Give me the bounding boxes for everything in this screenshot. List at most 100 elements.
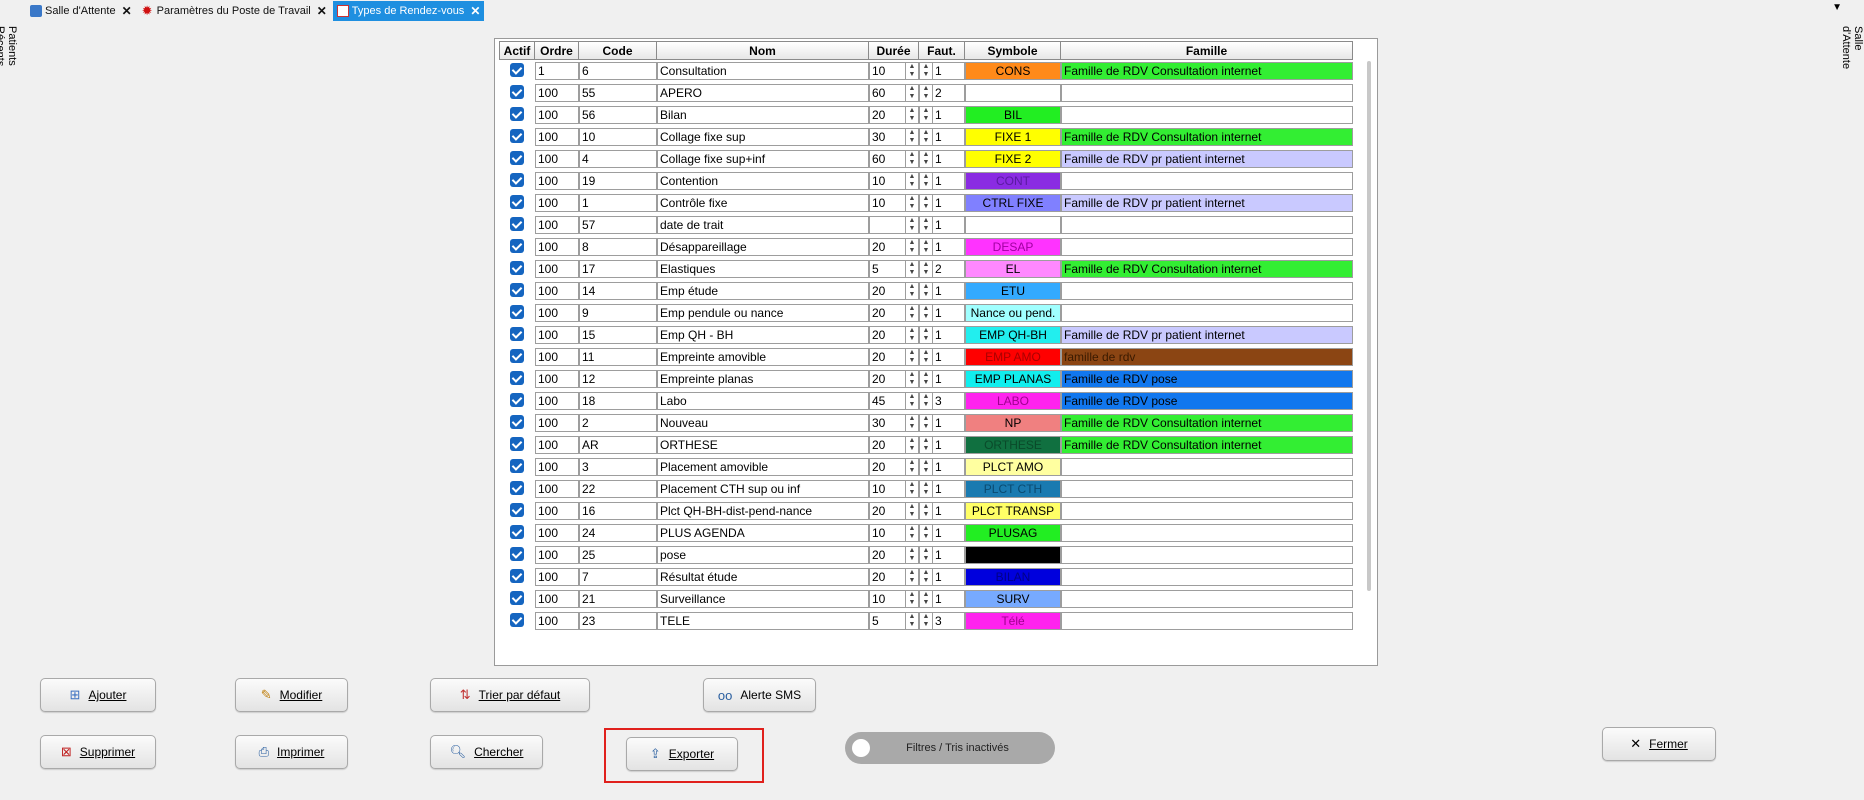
header-symbole[interactable]: Symbole	[965, 41, 1061, 60]
faut-spinner[interactable]: ▲ ▼ 1	[919, 458, 965, 476]
code-cell[interactable]: 56	[579, 106, 657, 124]
faut-spinner[interactable]: ▲ ▼ 1	[919, 304, 965, 322]
spinner-arrows-icon[interactable]: ▲ ▼	[905, 393, 918, 409]
table-row[interactable]: 100 7 Résultat étude 20 ▲ ▼ ▲ ▼ 1 BILAN	[499, 566, 1353, 588]
spinner-arrows-icon[interactable]: ▲ ▼	[920, 239, 933, 255]
spinner-arrows-icon[interactable]: ▲ ▼	[920, 503, 933, 519]
actif-checkbox[interactable]	[510, 481, 524, 495]
faut-spinner[interactable]: ▲ ▼ 1	[919, 568, 965, 586]
duree-spinner[interactable]: 20 ▲ ▼	[869, 546, 919, 564]
symbole-cell[interactable]: CONS	[965, 62, 1061, 80]
spinner-arrows-icon[interactable]: ▲ ▼	[920, 107, 933, 123]
tab-salle-attente[interactable]: Salle d'Attente ✕	[26, 1, 136, 21]
duree-spinner[interactable]: 20 ▲ ▼	[869, 502, 919, 520]
faut-spinner[interactable]: ▲ ▼ 2	[919, 260, 965, 278]
code-cell[interactable]: 18	[579, 392, 657, 410]
duree-spinner[interactable]: ▲ ▼	[869, 216, 919, 234]
spinner-arrows-icon[interactable]: ▲ ▼	[905, 613, 918, 629]
actif-checkbox[interactable]	[510, 503, 524, 517]
nom-cell[interactable]: APERO	[657, 84, 869, 102]
table-row[interactable]: 100 10 Collage fixe sup 30 ▲ ▼ ▲ ▼ 1 FIXE 1 Famill…	[499, 126, 1353, 148]
faut-spinner[interactable]: ▲ ▼ 1	[919, 524, 965, 542]
symbole-cell[interactable]: EL	[965, 260, 1061, 278]
duree-spinner[interactable]: 45 ▲ ▼	[869, 392, 919, 410]
famille-cell[interactable]	[1061, 238, 1353, 256]
nom-cell[interactable]: Consultation	[657, 62, 869, 80]
close-icon[interactable]: ✕	[317, 4, 327, 18]
spinner-arrows-icon[interactable]: ▲ ▼	[920, 525, 933, 541]
symbole-cell[interactable]: ETU	[965, 282, 1061, 300]
actif-checkbox[interactable]	[510, 459, 524, 473]
table-row[interactable]: 100 11 Empreinte amovible 20 ▲ ▼ ▲ ▼ 1 EMP AMO fam…	[499, 346, 1353, 368]
code-cell[interactable]: 10	[579, 128, 657, 146]
duree-spinner[interactable]: 10 ▲ ▼	[869, 194, 919, 212]
code-cell[interactable]: 3	[579, 458, 657, 476]
spinner-arrows-icon[interactable]: ▲ ▼	[920, 151, 933, 167]
ordre-cell[interactable]: 100	[535, 414, 579, 432]
table-row[interactable]: 100 17 Elastiques 5 ▲ ▼ ▲ ▼ 2 EL Famille de RDV Co…	[499, 258, 1353, 280]
faut-spinner[interactable]: ▲ ▼ 1	[919, 282, 965, 300]
famille-cell[interactable]	[1061, 84, 1353, 102]
spinner-arrows-icon[interactable]: ▲ ▼	[920, 437, 933, 453]
table-row[interactable]: 100 55 APERO 60 ▲ ▼ ▲ ▼ 2	[499, 82, 1353, 104]
symbole-cell[interactable]: EMP PLANAS	[965, 370, 1061, 388]
faut-spinner[interactable]: ▲ ▼ 1	[919, 172, 965, 190]
spinner-arrows-icon[interactable]: ▲ ▼	[920, 569, 933, 585]
code-cell[interactable]: 8	[579, 238, 657, 256]
actif-checkbox[interactable]	[510, 151, 524, 165]
faut-spinner[interactable]: ▲ ▼ 1	[919, 128, 965, 146]
table-row[interactable]: 100 3 Placement amovible 20 ▲ ▼ ▲ ▼ 1 PLCT AMO	[499, 456, 1353, 478]
code-cell[interactable]: 11	[579, 348, 657, 366]
fermer-button[interactable]: ✕ Fermer	[1602, 727, 1716, 761]
ordre-cell[interactable]: 100	[535, 84, 579, 102]
spinner-arrows-icon[interactable]: ▲ ▼	[920, 393, 933, 409]
spinner-arrows-icon[interactable]: ▲ ▼	[905, 173, 918, 189]
symbole-cell[interactable]: FIXE 2	[965, 150, 1061, 168]
duree-spinner[interactable]: 10 ▲ ▼	[869, 172, 919, 190]
code-cell[interactable]: 19	[579, 172, 657, 190]
duree-spinner[interactable]: 20 ▲ ▼	[869, 106, 919, 124]
spinner-arrows-icon[interactable]: ▲ ▼	[905, 547, 918, 563]
nom-cell[interactable]: Emp QH - BH	[657, 326, 869, 344]
famille-cell[interactable]: Famille de RDV Consultation internet	[1061, 260, 1353, 278]
code-cell[interactable]: 9	[579, 304, 657, 322]
ordre-cell[interactable]: 100	[535, 326, 579, 344]
spinner-arrows-icon[interactable]: ▲ ▼	[905, 63, 918, 79]
duree-spinner[interactable]: 20 ▲ ▼	[869, 326, 919, 344]
spinner-arrows-icon[interactable]: ▲ ▼	[920, 217, 933, 233]
ordre-cell[interactable]: 100	[535, 172, 579, 190]
actif-checkbox[interactable]	[510, 283, 524, 297]
actif-checkbox[interactable]	[510, 129, 524, 143]
spinner-arrows-icon[interactable]: ▲ ▼	[905, 261, 918, 277]
ordre-cell[interactable]: 100	[535, 370, 579, 388]
nom-cell[interactable]: Collage fixe sup+inf	[657, 150, 869, 168]
famille-cell[interactable]: Famille de RDV pose	[1061, 370, 1353, 388]
code-cell[interactable]: 14	[579, 282, 657, 300]
spinner-arrows-icon[interactable]: ▲ ▼	[905, 459, 918, 475]
duree-spinner[interactable]: 60 ▲ ▼	[869, 84, 919, 102]
duree-spinner[interactable]: 20 ▲ ▼	[869, 304, 919, 322]
duree-spinner[interactable]: 5 ▲ ▼	[869, 612, 919, 630]
close-icon[interactable]: ✕	[470, 4, 480, 18]
code-cell[interactable]: 7	[579, 568, 657, 586]
ordre-cell[interactable]: 100	[535, 216, 579, 234]
table-row[interactable]: 100 22 Placement CTH sup ou inf 10 ▲ ▼ ▲ ▼ 1 PLCT…	[499, 478, 1353, 500]
famille-cell[interactable]: Famille de RDV pr patient internet	[1061, 326, 1353, 344]
imprimer-button[interactable]: ⎙ Imprimer	[235, 735, 348, 769]
famille-cell[interactable]	[1061, 282, 1353, 300]
spinner-arrows-icon[interactable]: ▲ ▼	[920, 591, 933, 607]
code-cell[interactable]: 23	[579, 612, 657, 630]
header-faut[interactable]: Faut.	[919, 41, 965, 60]
toggle-knob[interactable]	[852, 739, 870, 757]
nom-cell[interactable]: ORTHESE	[657, 436, 869, 454]
table-row[interactable]: 100 2 Nouveau 30 ▲ ▼ ▲ ▼ 1 NP Famille de RDV Consu…	[499, 412, 1353, 434]
nom-cell[interactable]: pose	[657, 546, 869, 564]
spinner-arrows-icon[interactable]: ▲ ▼	[905, 151, 918, 167]
duree-spinner[interactable]: 30 ▲ ▼	[869, 414, 919, 432]
famille-cell[interactable]: Famille de RDV Consultation internet	[1061, 436, 1353, 454]
faut-spinner[interactable]: ▲ ▼ 3	[919, 392, 965, 410]
actif-checkbox[interactable]	[510, 85, 524, 99]
symbole-cell[interactable]: SURV	[965, 590, 1061, 608]
spinner-arrows-icon[interactable]: ▲ ▼	[920, 85, 933, 101]
ordre-cell[interactable]: 100	[535, 348, 579, 366]
